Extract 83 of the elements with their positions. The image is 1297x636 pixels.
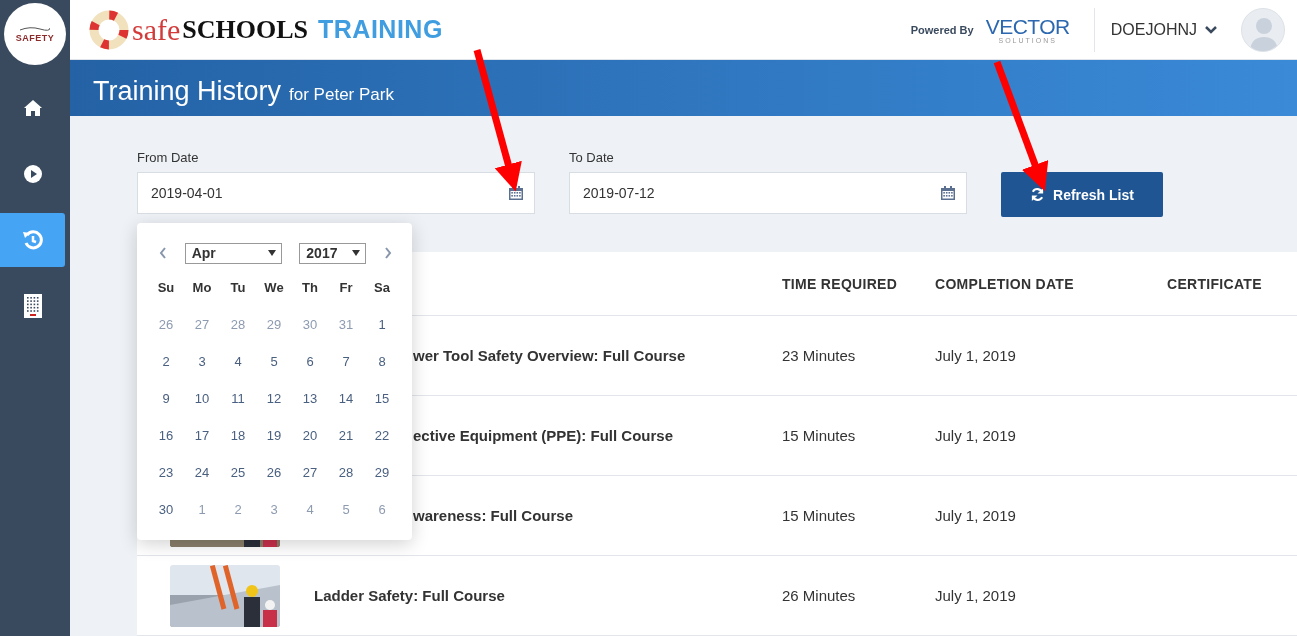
- calendar-day[interactable]: 19: [256, 426, 292, 463]
- calendar-icon[interactable]: [509, 186, 523, 200]
- calendar-day[interactable]: 3: [184, 352, 220, 389]
- date-field[interactable]: 2019-07-12: [569, 172, 967, 214]
- home-icon: [22, 99, 43, 117]
- column-header: TIME REQUIRED: [782, 275, 899, 292]
- table-cell-text: 15 Minutes: [782, 427, 857, 444]
- calendar-day[interactable]: 16: [148, 426, 184, 463]
- table-cell-text: 23 Minutes: [782, 347, 857, 364]
- calendar-day[interactable]: 2: [148, 352, 184, 389]
- course-title[interactable]: Ladder Safety: Full Course: [314, 587, 505, 604]
- previous-month-icon[interactable]: [159, 247, 167, 259]
- logo-swoosh-icon: [20, 25, 50, 32]
- calendar-day[interactable]: 30: [148, 500, 184, 537]
- calendar-day[interactable]: 27: [292, 463, 328, 500]
- year-select[interactable]: 2017: [299, 242, 367, 264]
- weekday-label: Tu: [229, 279, 247, 297]
- table-cell-text: 15 Minutes: [782, 507, 857, 524]
- calendar-day[interactable]: 22: [364, 426, 400, 463]
- table-cell-text: July 1, 2019: [935, 347, 1017, 364]
- weekday-label: Mo: [191, 279, 213, 297]
- course-title[interactable]: ective Equipment (PPE): Full Course: [413, 427, 674, 444]
- calendar-day[interactable]: 9: [148, 389, 184, 426]
- calendar-day[interactable]: 23: [148, 463, 184, 500]
- calendar-day[interactable]: 25: [220, 463, 256, 500]
- calendar-day[interactable]: 28: [328, 463, 364, 500]
- brand-training: TRAINING: [318, 15, 443, 45]
- calendar-day[interactable]: 5: [256, 352, 292, 389]
- field-label: From Date: [137, 150, 200, 165]
- dropdown-arrow-icon: [267, 250, 276, 256]
- chevron-down-icon: [1205, 25, 1217, 34]
- calendar-day[interactable]: 26: [256, 463, 292, 500]
- calendar-day[interactable]: 4: [220, 352, 256, 389]
- calendar-day[interactable]: 18: [220, 426, 256, 463]
- refresh-icon: [1030, 187, 1046, 202]
- calendar-day[interactable]: 12: [256, 389, 292, 426]
- calendar-day[interactable]: 6: [292, 352, 328, 389]
- history-icon: [21, 229, 44, 251]
- calendar-day[interactable]: 14: [328, 389, 364, 426]
- vendor-name: VECTOR: [985, 15, 1070, 37]
- calendar-day[interactable]: 7: [328, 352, 364, 389]
- logo-text: SAFETY: [15, 32, 55, 43]
- calendar-day[interactable]: 20: [292, 426, 328, 463]
- refresh-button[interactable]: Refresh List: [1001, 172, 1163, 217]
- life-ring-icon: [88, 8, 130, 51]
- calendar-day[interactable]: 24: [184, 463, 220, 500]
- course-title[interactable]: wer Tool Safety Overview: Full Course: [413, 347, 686, 364]
- field-label: To Date: [569, 150, 615, 165]
- table-cell-text: July 1, 2019: [935, 507, 1017, 524]
- calendar-day[interactable]: 15: [364, 389, 400, 426]
- brand-safe: safe: [132, 12, 181, 47]
- building-icon: [23, 294, 42, 318]
- calendar-icon[interactable]: [941, 186, 955, 200]
- brand-schools: SCHOOLS: [182, 14, 308, 45]
- table-cell-text: July 1, 2019: [935, 587, 1017, 604]
- date-field[interactable]: 2019-04-01: [137, 172, 535, 214]
- calendar-day[interactable]: 17: [184, 426, 220, 463]
- next-month-icon[interactable]: [383, 247, 392, 259]
- calendar-day[interactable]: 11: [220, 389, 256, 426]
- dropdown-arrow-icon: [352, 250, 361, 256]
- weekday-label: Su: [156, 279, 176, 297]
- play-icon: [22, 164, 43, 184]
- weekday-label: Th: [301, 279, 319, 297]
- calendar-day[interactable]: 29: [364, 463, 400, 500]
- calendar-day[interactable]: 10: [184, 389, 220, 426]
- calendar-day[interactable]: 8: [364, 352, 400, 389]
- column-header: CERTIFICATE: [1167, 275, 1263, 292]
- column-header: COMPLETION DATE: [935, 275, 1075, 292]
- month-select[interactable]: Apr: [184, 242, 282, 264]
- calendar-day[interactable]: 1: [364, 315, 400, 352]
- weekday-label: We: [263, 279, 285, 297]
- course-title[interactable]: wareness: Full Course: [413, 507, 574, 524]
- weekday-label: Sa: [373, 279, 391, 297]
- powered-by-label: Powered By: [910, 23, 974, 36]
- organization-logo[interactable]: SAFETY: [4, 3, 66, 65]
- table-cell-text: 26 Minutes: [782, 587, 857, 604]
- table-cell-text: July 1, 2019: [935, 427, 1017, 444]
- user-menu[interactable]: DOEJOHNJ: [1110, 20, 1217, 39]
- calendar-day[interactable]: 21: [328, 426, 364, 463]
- weekday-label: Fr: [338, 279, 354, 297]
- page-title: Training History: [93, 76, 282, 108]
- calendar-day[interactable]: 13: [292, 389, 328, 426]
- page-subtitle: for Peter Park: [289, 85, 394, 106]
